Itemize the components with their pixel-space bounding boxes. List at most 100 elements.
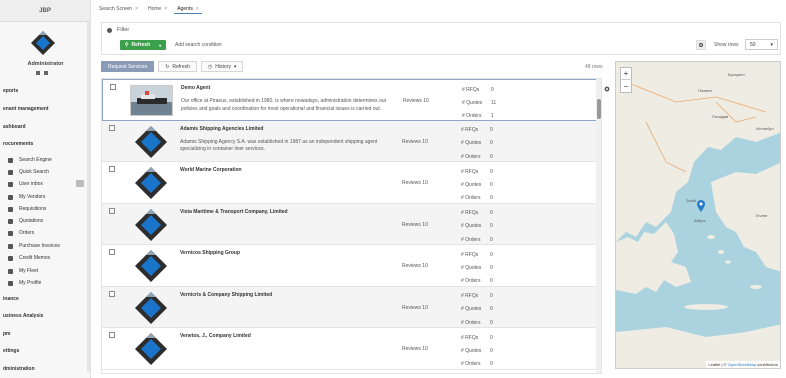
quotes-value: 0 [490,306,493,313]
sidebar-item-my-vendors[interactable]: My Vendors [8,194,90,200]
tab-agents[interactable]: Agents × [174,4,202,14]
zoom-control: + − [620,67,632,93]
agent-stats: # RFQs 0 # Quotes 11 # Orders 1 [462,83,496,123]
agent-reviews[interactable]: Reviews 10 [402,346,428,352]
settings-button[interactable] [696,40,706,50]
agent-reviews[interactable]: Reviews 10 [402,139,428,145]
chevron-down-icon[interactable]: ▾ [159,43,161,48]
row-checkbox[interactable] [109,166,115,172]
add-search-condition-link[interactable]: Add search condition [175,42,222,48]
quotations-icon [8,218,13,224]
osm-link[interactable]: OpenStreetMap [728,362,756,367]
chevron-down-icon: ▾ [770,41,773,48]
refresh-button[interactable]: ↻ Refresh [158,61,197,72]
tab-home[interactable]: Home × [145,4,170,14]
gear-icon[interactable] [604,86,610,92]
sidebar-section-administration[interactable]: dministration [3,366,35,372]
row-checkbox[interactable] [109,290,115,297]
request-services-button[interactable]: Request Services [101,61,155,72]
zoom-in-button[interactable]: + [620,68,632,80]
sidebar-scrollbar[interactable] [87,22,90,372]
agent-name[interactable]: Vista Maritime & Transport Company, Limi… [180,209,288,215]
sidebar-section-business-analysis[interactable]: usiness Analysis [3,313,43,319]
sidebar-section-reports[interactable]: eports [3,88,18,94]
rows-value: 50 [750,41,756,48]
sidebar-section-dashboard[interactable]: ashboard [3,124,26,130]
agent-stats: # RFQs 0 # Quotes 0 # Orders 0 [461,165,493,205]
map-marker-icon[interactable] [697,200,705,212]
row-checkbox[interactable] [109,124,115,131]
refresh-label: Refresh [131,42,151,48]
filter-header[interactable]: Filter [107,27,129,33]
agent-row[interactable]: World Marine Corporation Reviews 10 # RFQs… [102,162,601,205]
orders-value: 0 [490,153,493,160]
sidebar-item-orders[interactable]: Orders [8,230,90,236]
sidebar-item-label: Orders [19,230,35,236]
agent-name[interactable]: Demo Agent [181,85,210,91]
list-scrollbar[interactable] [596,79,601,373]
attribution-prefix: Leaflet | © [708,362,727,367]
agent-row[interactable]: Demo Agent Our office at Piraeus, establi… [102,79,601,123]
tab-search-screen[interactable]: Search Screen × [96,4,141,14]
grid-icon[interactable] [36,71,40,75]
sidebar-item-my-fleet[interactable]: My Fleet [8,268,90,274]
sidebar-section-procurements[interactable]: rocurements [3,141,33,147]
agent-row[interactable]: Vista Maritime & Transport Company, Limi… [102,203,601,247]
sidebar-item-requisitions[interactable]: Requisitions [8,206,90,212]
rfqs-label: # RFQs [461,293,479,300]
agent-name[interactable]: Adamis Shipping Agencies Limited [180,126,263,132]
filter-refresh-button[interactable]: ⚲ Refresh ▾ [120,40,166,50]
agent-name[interactable]: Venetos, J., Company Limited [180,333,251,339]
agent-row[interactable]: Venetos, J., Company Limited Reviews 10 # … [102,328,601,371]
sidebar-item-my-profile[interactable]: My Profile [8,280,90,286]
agent-reviews[interactable]: Reviews 10 [403,98,429,104]
sidebar-section-settings[interactable]: ettings [3,348,19,354]
collapse-icon[interactable] [107,27,112,33]
agent-reviews[interactable]: Reviews 10 [402,305,428,311]
agent-stats: # RFQs 0 # Quotes 0 # Orders 0 [461,248,493,288]
row-checkbox[interactable] [110,84,116,90]
map-label: Αθήνα [694,218,706,223]
sidebar-section-tenant[interactable]: enant management [3,106,49,112]
row-checkbox[interactable] [109,332,115,338]
agent-name[interactable]: Vernicris & Company Shipping Limited [180,292,272,298]
sidebar-item-purchase-invoices[interactable]: Purchase Invoices [8,243,90,249]
row-checkbox[interactable] [109,207,115,214]
sidebar-item-credit-memos[interactable]: Credit Memos [8,255,90,261]
sidebar-item-quick-search[interactable]: Quick Search [8,169,90,175]
agent-stats: # RFQs 0 # Quotes 0 # Orders 0 [461,124,493,164]
rows-per-page-select[interactable]: 50 ▾ [745,39,778,50]
zoom-out-button[interactable]: − [620,80,632,92]
sidebar-item-search-engine[interactable]: Search Engine [8,157,90,163]
rfqs-value: 0 [490,210,493,217]
agent-name[interactable]: World Marine Corporation [180,167,242,173]
filter-panel: Filter ⚲ Refresh ▾ Add search condition … [101,22,781,55]
quotes-label: # Quotes [461,264,482,271]
close-icon[interactable]: × [196,6,199,12]
map-canvas[interactable]: Бухарест Плевен Пловдив Истанбул Εrzmir … [616,62,781,369]
fleet-icon [8,268,13,274]
close-icon[interactable]: × [164,6,167,12]
agent-row[interactable]: Adamis Shipping Agencies Limited Adamis S… [102,120,601,164]
sidebar-item-label: My Vendors [19,194,46,200]
agent-reviews[interactable]: Reviews 10 [402,180,428,186]
agent-reviews[interactable]: Reviews 10 [402,263,428,269]
history-button[interactable]: ◷ History ▾ [200,61,244,72]
agent-name[interactable]: Vernicos Shipping Group [180,250,240,256]
tab-bar: Search Screen × Home × Agents × [96,3,202,15]
row-checkbox[interactable] [109,249,115,255]
agent-reviews[interactable]: Reviews 10 [402,222,428,228]
scrollbar-thumb[interactable] [597,99,601,119]
map[interactable]: Бухарест Плевен Пловдив Истанбул Εrzmir … [615,61,781,369]
close-icon[interactable]: × [135,6,138,12]
user-icon[interactable] [44,71,48,75]
agent-row[interactable]: Vernicris & Company Shipping Limited Revi… [102,286,601,328]
sidebar-item-quotations[interactable]: Quotations [8,218,90,224]
sidebar-section-pm[interactable]: pm [3,331,11,337]
agent-stats: # RFQs 0 # Quotes 0 # Orders 0 [461,207,493,247]
tab-label: Agents [177,5,193,12]
agent-stats: # RFQs 0 # Quotes 0 # Orders 0 [461,331,493,371]
agent-row[interactable]: Vernicos Shipping Group Reviews 10 # RFQs 0… [102,245,601,288]
profile-icon [8,280,13,286]
sidebar-section-finance[interactable]: inance [3,296,19,302]
